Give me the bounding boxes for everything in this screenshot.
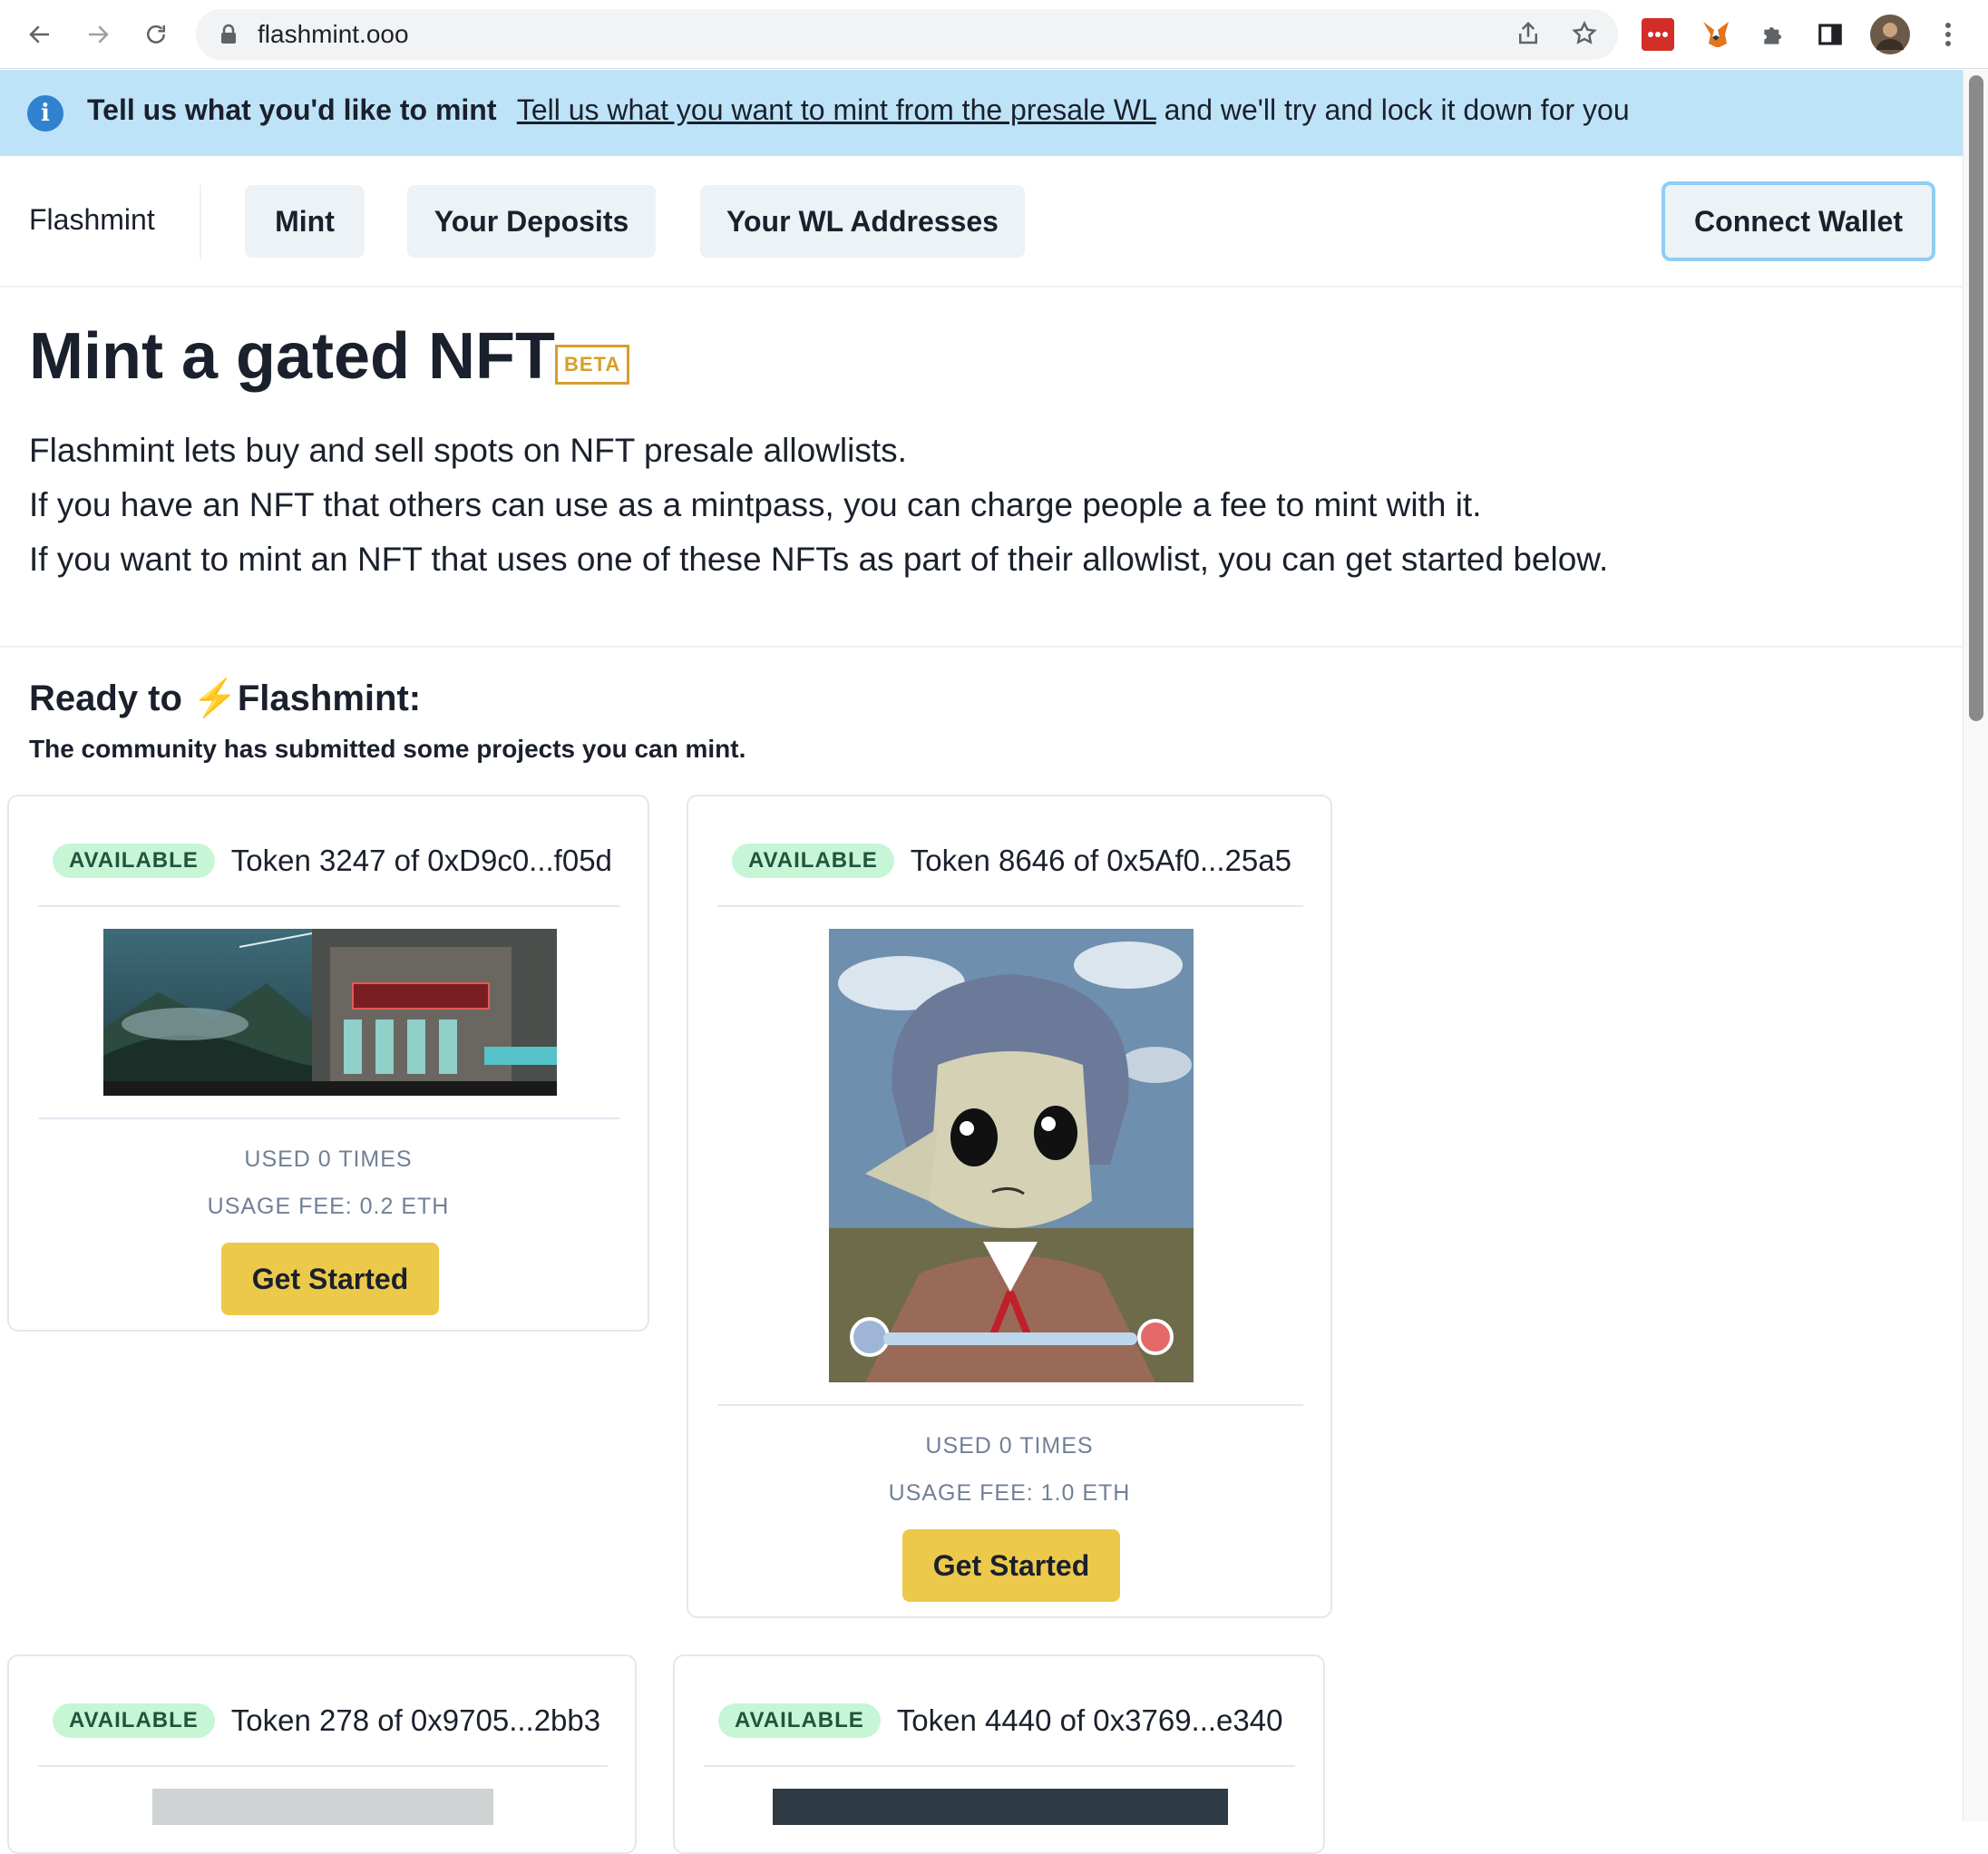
section-divider — [0, 646, 1963, 648]
page-scrollbar[interactable] — [1963, 70, 1988, 1821]
card-divider — [38, 905, 620, 907]
status-badge: AVAILABLE — [53, 1703, 215, 1738]
address-bar[interactable]: flashmint.ooo — [196, 9, 1618, 60]
get-started-button[interactable]: Get Started — [902, 1529, 1120, 1602]
usage-fee: USAGE FEE: 0.2 ETH — [207, 1194, 450, 1219]
info-banner: i Tell us what you'd like to mint Tell u… — [0, 70, 1963, 156]
url-text: flashmint.ooo — [258, 20, 409, 48]
card-divider — [38, 1117, 620, 1119]
brand-name[interactable]: Flashmint — [29, 203, 155, 237]
token-title: Token 8646 of 0x5Af0...25a5 — [910, 844, 1291, 877]
nft-image — [103, 929, 557, 1096]
usage-count: USED 0 TIMES — [925, 1433, 1094, 1459]
ready-subtitle: The community has submitted some project… — [29, 735, 746, 763]
banner-link[interactable]: Tell us what you want to mint from the p… — [517, 93, 1156, 126]
nft-card: AVAILABLE Token 3247 of 0xD9c0...f05d US… — [7, 795, 649, 1332]
nft-card: AVAILABLE Token 4440 of 0x3769...e340 — [673, 1654, 1325, 1854]
nft-card: AVAILABLE Token 278 of 0x9705...2bb3 — [7, 1654, 637, 1854]
ready-prefix: Ready to — [29, 678, 182, 718]
forward-icon[interactable] — [76, 13, 120, 56]
status-badge: AVAILABLE — [732, 844, 894, 878]
ready-heading: Ready to ⚡Flashmint: — [29, 677, 421, 719]
token-title: Token 278 of 0x9705...2bb3 — [230, 1703, 601, 1737]
reload-icon[interactable] — [134, 13, 178, 56]
beta-badge: BETA — [555, 345, 630, 385]
intro-line-3: If you want to mint an NFT that uses one… — [29, 541, 1609, 578]
lightning-bolt-icon: ⚡ — [192, 678, 238, 718]
header-divider — [200, 185, 201, 259]
browser-toolbar: flashmint.ooo — [0, 0, 1988, 69]
metamask-fox-icon[interactable] — [1696, 15, 1736, 54]
extensions-puzzle-icon[interactable] — [1754, 15, 1794, 54]
banner-title: Tell us what you'd like to mint — [87, 93, 497, 126]
nft-image — [829, 929, 1194, 1382]
lastpass-extension-icon[interactable] — [1638, 15, 1678, 54]
side-panel-icon[interactable] — [1810, 15, 1850, 54]
usage-fee: USAGE FEE: 1.0 ETH — [888, 1480, 1131, 1506]
lock-icon — [219, 24, 238, 50]
bookmark-star-icon[interactable] — [1571, 20, 1598, 52]
back-icon[interactable] — [18, 13, 62, 56]
scrollbar-thumb[interactable] — [1969, 75, 1983, 721]
nav-your-wl-addresses-button[interactable]: Your WL Addresses — [700, 185, 1025, 258]
get-started-button[interactable]: Get Started — [221, 1243, 439, 1315]
browser-menu-icon[interactable] — [1928, 15, 1968, 54]
card-divider — [717, 905, 1303, 907]
card-divider — [717, 1404, 1303, 1406]
site-header: Flashmint Mint Your Deposits Your WL Add… — [0, 156, 1963, 288]
usage-count: USED 0 TIMES — [244, 1147, 413, 1172]
status-badge: AVAILABLE — [53, 844, 215, 878]
card-divider — [38, 1765, 608, 1767]
nav-your-deposits-button[interactable]: Your Deposits — [407, 185, 656, 258]
profile-avatar[interactable] — [1868, 13, 1912, 56]
token-title: Token 4440 of 0x3769...e340 — [896, 1703, 1283, 1737]
nft-card: AVAILABLE Token 8646 of 0x5Af0...25a5 US… — [687, 795, 1332, 1618]
status-badge: AVAILABLE — [718, 1703, 881, 1738]
card-divider — [704, 1765, 1295, 1767]
info-icon: i — [27, 95, 63, 132]
connect-wallet-button[interactable]: Connect Wallet — [1662, 181, 1935, 261]
intro-line-2: If you have an NFT that others can use a… — [29, 486, 1482, 523]
token-title: Token 3247 of 0xD9c0...f05d — [230, 844, 612, 877]
ready-brand: Flashmint: — [237, 678, 422, 718]
share-icon[interactable] — [1515, 20, 1542, 52]
nav-mint-button[interactable]: Mint — [245, 185, 365, 258]
intro-line-1: Flashmint lets buy and sell spots on NFT… — [29, 432, 907, 469]
banner-suffix: and we'll try and lock it down for you — [1164, 93, 1630, 126]
page-title: Mint a gated NFT — [29, 320, 555, 393]
nft-image — [773, 1789, 1228, 1825]
nft-image — [152, 1789, 493, 1825]
